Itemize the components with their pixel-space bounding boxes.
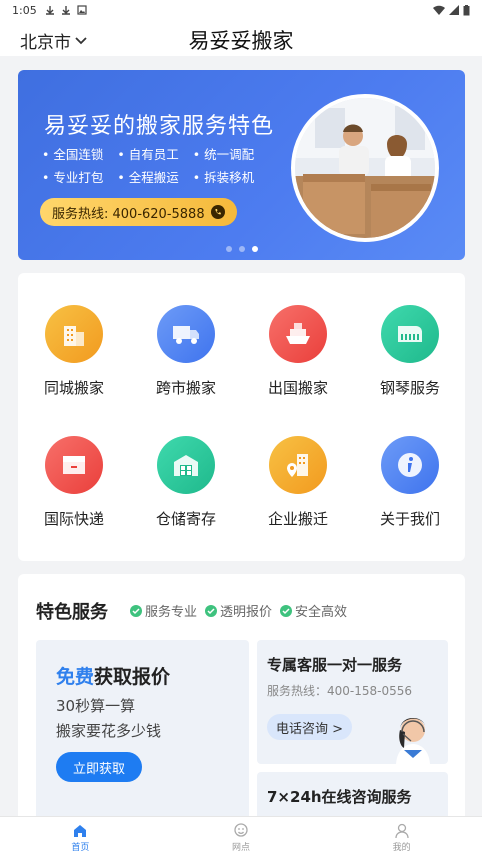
grid-item-label: 同城搬家 <box>43 379 104 397</box>
service-phone: 服务热线：400-158-0556 <box>267 684 413 698</box>
banner-features-row2: • 专业打包 • 全程搬运 • 拆装移机 <box>42 167 254 186</box>
feature-tags: 服务专业 透明报价 安全高效 <box>130 601 347 620</box>
customer-service-card[interactable]: 专属客服一对一服务 服务热线：400-158-0556 电话咨询 > <box>257 640 448 764</box>
grid-item-label: 关于我们 <box>379 510 440 528</box>
banner-photo <box>291 94 439 242</box>
carousel-indicators <box>18 246 465 252</box>
header: 北京市 易妥妥搬家 <box>0 20 482 56</box>
truck-icon <box>157 305 215 363</box>
call-consult-button[interactable]: 电话咨询 > <box>267 714 353 740</box>
tab-label: 首页 <box>71 842 90 853</box>
hotline-text: 服务热线: 400-620-5888 <box>52 206 205 222</box>
promo-banner[interactable]: 易妥妥的搬家服务特色 • 全国连锁 • 自有员工 • 统一调配 • 专业打包 •… <box>18 70 465 260</box>
photo-icon <box>77 5 87 15</box>
banner-feature: • 拆装移机 <box>192 170 255 185</box>
office-location-icon <box>269 436 327 494</box>
online-title: 7×24h在线咨询服务 <box>267 788 412 806</box>
tab-label: 网点 <box>232 842 251 853</box>
grid-item-storage[interactable]: 仓储寄存 <box>130 436 242 529</box>
status-time: 1:05 <box>12 3 37 17</box>
tab-home[interactable]: 首页 <box>0 817 161 858</box>
banner-feature: • 全国连锁 <box>42 147 104 162</box>
quote-line2: 搬家要花多少钱 <box>56 722 162 740</box>
building-icon <box>45 305 103 363</box>
feature-tag: 安全高效 <box>280 601 347 620</box>
carousel-dot[interactable] <box>225 246 232 252</box>
warehouse-icon <box>157 436 215 494</box>
ship-icon <box>269 305 327 363</box>
service-title: 专属客服一对一服务 <box>267 656 403 674</box>
piano-icon <box>381 305 439 363</box>
banner-features-row1: • 全国连锁 • 自有员工 • 统一调配 <box>42 144 254 163</box>
banner-feature: • 专业打包 <box>42 170 104 185</box>
grid-item-about-us[interactable]: 关于我们 <box>354 436 466 529</box>
home-icon <box>74 824 87 837</box>
grid-item-intercity-moving[interactable]: 跨市搬家 <box>130 305 242 398</box>
wifi-icon <box>433 5 445 15</box>
banner-hotline[interactable]: 服务热线: 400-620-5888 <box>40 198 237 226</box>
check-icon <box>130 604 142 617</box>
banner-feature: • 统一调配 <box>192 147 255 162</box>
quote-line1: 30秒算一算 <box>56 697 136 715</box>
tab-profile[interactable]: 我的 <box>321 817 482 858</box>
grid-item-overseas-moving[interactable]: 出国搬家 <box>242 305 354 398</box>
grid-item-company-relocation[interactable]: 企业搬迁 <box>242 436 354 529</box>
battery-icon <box>463 4 470 15</box>
carousel-dot-active[interactable] <box>251 246 258 252</box>
grid-item-local-moving[interactable]: 同城搬家 <box>18 305 130 398</box>
grid-item-label: 跨市搬家 <box>155 379 216 397</box>
customer-service-agent-image <box>396 718 430 764</box>
grid-item-label: 钢琴服务 <box>379 379 440 397</box>
feature-tag: 透明报价 <box>205 601 272 620</box>
banner-feature: • 全程搬运 <box>117 170 179 185</box>
featured-services: 特色服务 服务专业 透明报价 安全高效 免费获取报价 30秒算一算 搬家要花多少… <box>18 574 465 824</box>
download-icon <box>61 6 70 15</box>
banner-title: 易妥妥的搬家服务特色 <box>44 114 275 139</box>
grid-item-label: 出国搬家 <box>267 379 328 397</box>
check-icon <box>280 604 293 617</box>
package-icon <box>45 436 103 494</box>
service-grid: 同城搬家 跨市搬家 出国搬家 钢琴服务 国际快递 仓储寄存 企业搬迁 关于我们 <box>18 273 465 561</box>
bottom-tab-bar: 首页 网点 我的 <box>0 816 482 858</box>
signal-icon <box>449 5 459 15</box>
location-face-icon <box>234 822 248 837</box>
tab-label: 我的 <box>392 842 411 853</box>
grid-item-label: 国际快递 <box>43 510 104 528</box>
phone-icon <box>210 205 225 219</box>
grid-item-international-express[interactable]: 国际快递 <box>18 436 130 529</box>
download-icon <box>45 6 54 15</box>
system-icons <box>433 4 470 16</box>
moving-couple-image <box>295 98 435 238</box>
info-icon <box>381 436 439 494</box>
grid-item-piano-service[interactable]: 钢琴服务 <box>354 305 466 398</box>
banner-feature: • 自有员工 <box>117 147 179 162</box>
get-quote-button[interactable]: 立即获取 <box>56 752 142 782</box>
status-bar: 1:05 <box>0 0 482 20</box>
quote-title: 免费获取报价 <box>56 666 171 688</box>
section-title: 特色服务 <box>36 602 108 623</box>
page-title: 易妥妥搬家 <box>188 29 294 53</box>
feature-tag: 服务专业 <box>130 601 197 620</box>
notification-icons <box>45 5 87 15</box>
tab-outlets[interactable]: 网点 <box>161 817 322 858</box>
user-icon <box>395 823 409 838</box>
grid-item-label: 企业搬迁 <box>267 510 328 528</box>
free-quote-card[interactable]: 免费获取报价 30秒算一算 搬家要花多少钱 立即获取 <box>36 640 249 824</box>
check-icon <box>205 604 218 617</box>
carousel-dot[interactable] <box>238 246 245 252</box>
grid-item-label: 仓储寄存 <box>155 510 216 528</box>
